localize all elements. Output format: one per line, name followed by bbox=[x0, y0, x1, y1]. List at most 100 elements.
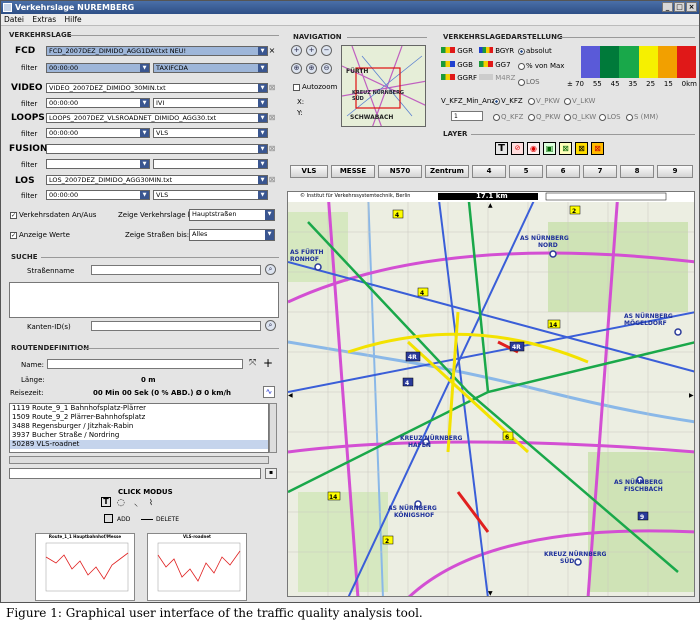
fcd-time-select[interactable]: 00:00:00 ▼ bbox=[46, 63, 150, 73]
loops-source-select[interactable]: LOOPS_2007DEZ_VLSROADNET_DIMIDO_AGG30.tx… bbox=[46, 113, 268, 123]
search-icon[interactable]: ⌕ bbox=[265, 264, 276, 275]
menu-datei[interactable]: Datei bbox=[4, 15, 24, 24]
lasso-tool-icon[interactable]: ◌ bbox=[117, 498, 125, 508]
pan-left-icon[interactable]: ◀ bbox=[288, 392, 293, 399]
radio-los2[interactable]: LOS bbox=[599, 113, 621, 121]
list-scrollbar[interactable] bbox=[269, 403, 277, 453]
autozoom-checkbox[interactable]: Autozoom bbox=[293, 83, 337, 91]
route-edit-button[interactable]: ▪ bbox=[265, 468, 277, 479]
chart-icon[interactable]: ∿ bbox=[263, 386, 275, 398]
zoom-reset-icon[interactable]: ⊖ bbox=[321, 63, 332, 74]
radio-v-kfz[interactable]: V_KFZ bbox=[493, 97, 523, 105]
show-values-checkbox[interactable]: ✓ Anzeige Werte bbox=[10, 231, 70, 239]
legend-ggrf[interactable]: GGRF bbox=[441, 74, 477, 82]
list-item[interactable]: 50289 VLS-roadnet bbox=[10, 440, 268, 449]
radio-absolut[interactable]: absolut bbox=[518, 47, 552, 55]
add-mode-icon[interactable] bbox=[104, 514, 113, 523]
list-item[interactable]: 3937 Bucher Straße / Nordring bbox=[10, 431, 268, 440]
map-btn-5[interactable]: 5 bbox=[509, 165, 543, 178]
video-layer-icon[interactable]: ⊠ bbox=[575, 142, 588, 155]
expand-icon[interactable]: ⤧ bbox=[249, 358, 256, 368]
los-layer-icon[interactable]: ⊠ bbox=[591, 142, 604, 155]
radio-percent[interactable]: % von Max bbox=[518, 62, 564, 70]
fcd-close-icon[interactable]: × bbox=[268, 47, 276, 55]
list-item[interactable]: 3488 Regensburger / Jitzhak-Rabin bbox=[10, 422, 268, 431]
map-btn-4[interactable]: 4 bbox=[472, 165, 506, 178]
show-roads-select[interactable]: Alles ▼ bbox=[189, 229, 275, 241]
show-data-checkbox[interactable]: ✓ Verkehrsdaten An/Aus bbox=[10, 211, 96, 219]
text-layer-icon[interactable]: T bbox=[495, 142, 508, 155]
loops-time-select[interactable]: 00:00:00 ▼ bbox=[46, 128, 150, 138]
zoom-out-icon[interactable]: − bbox=[321, 45, 332, 56]
pan-right-icon[interactable]: ▶ bbox=[689, 392, 694, 399]
radio-s-mm[interactable]: S (MM) bbox=[626, 113, 658, 121]
radio-v-pkw[interactable]: V_PKW bbox=[528, 97, 560, 105]
menu-extras[interactable]: Extras bbox=[32, 15, 56, 24]
fusion-mode-select[interactable]: ▼ bbox=[153, 159, 268, 169]
los-close-icon[interactable]: ⊠ bbox=[268, 176, 276, 184]
list-hscrollbar[interactable] bbox=[9, 456, 269, 464]
search-results-area[interactable] bbox=[9, 282, 279, 318]
list-item[interactable]: 1509 Route_9_2 Plärrer-Bahnhofsplatz bbox=[10, 413, 268, 422]
map-btn-vls[interactable]: VLS bbox=[290, 165, 328, 178]
street-input[interactable] bbox=[91, 265, 261, 275]
minimize-button[interactable]: _ bbox=[662, 2, 673, 12]
delete-mode-icon[interactable] bbox=[141, 519, 153, 520]
video-mode-select[interactable]: IVI ▼ bbox=[153, 98, 268, 108]
map-btn-n570[interactable]: N570 bbox=[378, 165, 422, 178]
radio-q-pkw[interactable]: Q_PKW bbox=[528, 113, 561, 121]
legend-ggr[interactable]: GGR bbox=[441, 47, 473, 55]
radio-q-kfz[interactable]: Q_KFZ bbox=[493, 113, 523, 121]
select-tool-icon[interactable]: T bbox=[101, 497, 111, 507]
loop-layer-icon[interactable]: ⊠ bbox=[559, 142, 572, 155]
loops-close-icon[interactable]: ⊠ bbox=[268, 114, 276, 122]
map-btn-7[interactable]: 7 bbox=[583, 165, 617, 178]
traffic-map[interactable]: 4 4 4R 4R 14 4 6 14 2 9 2 AS FÜRTH RONHOF… bbox=[287, 191, 695, 597]
zoom-fit-icon[interactable]: ⊕ bbox=[291, 63, 302, 74]
legend-gg7[interactable]: GG7 bbox=[479, 61, 511, 69]
map-btn-9[interactable]: 9 bbox=[657, 165, 693, 178]
los-time-select[interactable]: 00:00:00 ▼ bbox=[46, 190, 150, 200]
thumbnail-vls[interactable]: VLS-roadnet bbox=[147, 533, 247, 601]
legend-m4rz[interactable]: M4RZ bbox=[479, 74, 515, 82]
radio-los[interactable]: LOS bbox=[518, 78, 540, 86]
video-close-icon[interactable]: ⊠ bbox=[268, 84, 276, 92]
map-btn-6[interactable]: 6 bbox=[546, 165, 580, 178]
zoom-region-icon[interactable]: ⊕ bbox=[306, 63, 317, 74]
fusion-source-select[interactable]: ▼ bbox=[46, 144, 268, 154]
show-until-select[interactable]: Hauptstraßen ▼ bbox=[189, 209, 275, 221]
maximize-button[interactable]: □ bbox=[674, 2, 685, 12]
los-mode-select[interactable]: VLS ▼ bbox=[153, 190, 268, 200]
route-edit-input[interactable] bbox=[9, 468, 261, 479]
video-source-select[interactable]: VIDEO_2007DEZ_DIMIDO_30MIN.txt ▼ bbox=[46, 83, 268, 93]
list-item[interactable]: 1119 Route_9_1 Bahnhofsplatz-Plärrer bbox=[10, 404, 268, 413]
legend-ggb[interactable]: GGB bbox=[441, 61, 473, 69]
close-button[interactable]: × bbox=[686, 2, 697, 12]
stop-layer-icon[interactable]: ⊘ bbox=[511, 142, 524, 155]
search-icon[interactable]: ⌕ bbox=[265, 320, 276, 331]
fcd-source-select[interactable]: FCD_2007DEZ_DIMIDO_AGG1DAY.txt NEU! ▼ bbox=[46, 46, 268, 56]
route-tool-icon[interactable]: ⌇ bbox=[149, 498, 153, 507]
kanten-input[interactable] bbox=[91, 321, 261, 331]
detector-layer-icon[interactable]: ▣ bbox=[543, 142, 556, 155]
radio-v-lkw[interactable]: V_LKW bbox=[564, 97, 595, 105]
pan-down-icon[interactable]: ▼ bbox=[488, 590, 493, 596]
zoom-in-icon[interactable]: + bbox=[291, 45, 302, 56]
pan-up-icon[interactable]: ▲ bbox=[488, 202, 493, 209]
map-btn-zentrum[interactable]: Zentrum bbox=[425, 165, 469, 178]
map-btn-8[interactable]: 8 bbox=[620, 165, 654, 178]
radio-q-lkw[interactable]: Q_LKW bbox=[564, 113, 596, 121]
fcd-mode-select[interactable]: TAXIFCDA ▼ bbox=[153, 63, 268, 73]
route-list[interactable]: 1119 Route_9_1 Bahnhofsplatz-Plärrer 150… bbox=[9, 403, 269, 453]
map-btn-messe[interactable]: MESSE bbox=[331, 165, 375, 178]
node-tool-icon[interactable]: ⸜ bbox=[134, 498, 138, 509]
loops-mode-select[interactable]: VLS ▼ bbox=[153, 128, 268, 138]
fusion-close-icon[interactable]: ⊠ bbox=[268, 145, 276, 153]
overview-map[interactable]: FÜRTH KREUZ NÜRNBERG SÜD SCHWABACH bbox=[341, 45, 426, 127]
menu-hilfe[interactable]: Hilfe bbox=[65, 15, 82, 24]
add-icon[interactable]: + bbox=[263, 356, 273, 370]
los-source-select[interactable]: LOS_2007DEZ_DIMIDO_AGG30MIN.txt ▼ bbox=[46, 175, 268, 185]
signal-layer-icon[interactable]: ◉ bbox=[527, 142, 540, 155]
legend-bgyr[interactable]: BGYR bbox=[479, 47, 514, 55]
fusion-time-select[interactable]: ▼ bbox=[46, 159, 150, 169]
